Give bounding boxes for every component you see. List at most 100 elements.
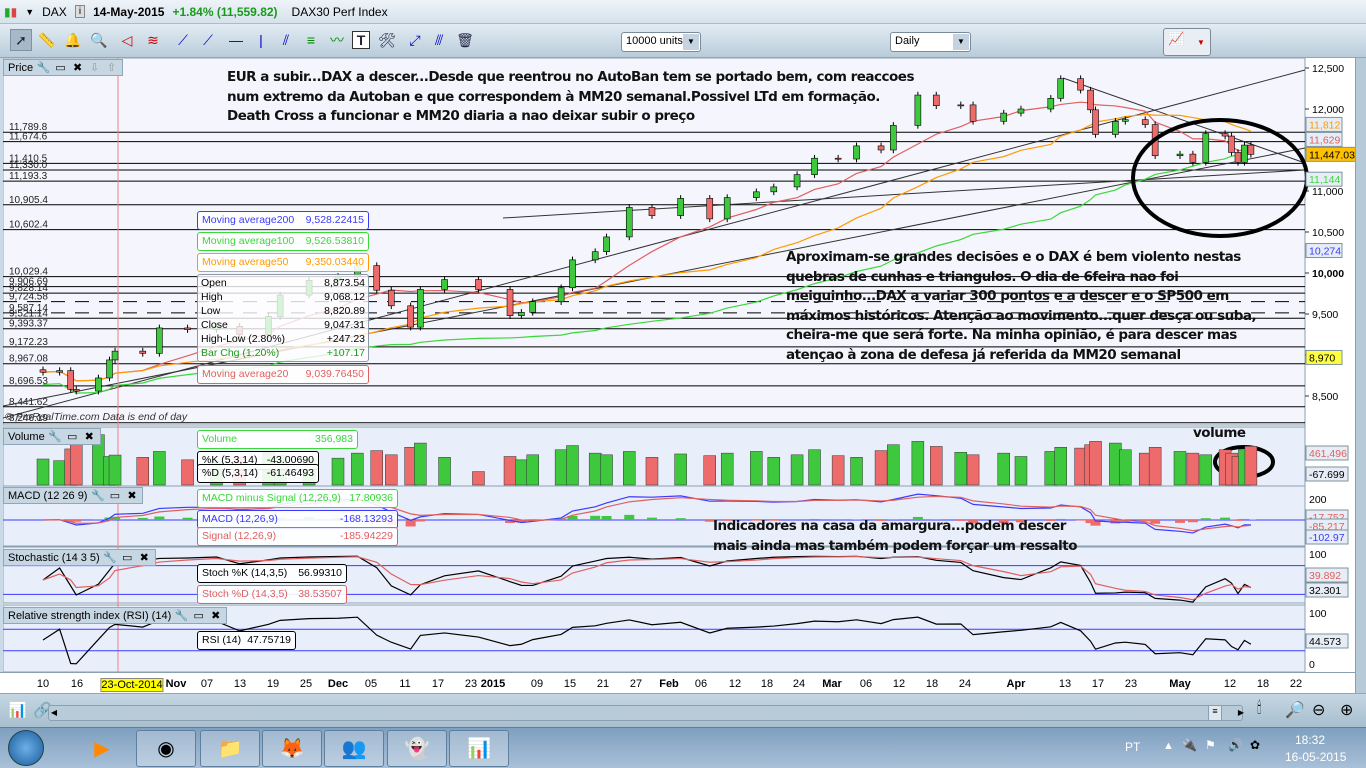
symbol-label[interactable]: DAX xyxy=(42,5,67,19)
prorealtime-icon[interactable]: 📊 xyxy=(449,730,509,767)
horizontal-scrollbar[interactable] xyxy=(48,705,1243,721)
window-icon[interactable]: ▭ xyxy=(66,430,79,443)
firefox-icon[interactable]: 🦊 xyxy=(262,730,322,767)
ohlc-close: Close 9,047.31 xyxy=(201,319,365,333)
candle xyxy=(648,207,656,216)
zoom-out-icon[interactable]: ⊖ xyxy=(1312,700,1325,720)
close-icon[interactable]: ✖ xyxy=(209,609,222,622)
fibonacci-icon[interactable]: ≡ xyxy=(300,29,322,51)
ohlc-low: Low 8,820.89 xyxy=(201,305,365,319)
explorer-icon[interactable]: 📁 xyxy=(200,730,260,767)
price-tag: 11,447.03 xyxy=(1305,146,1355,162)
legend-text: MACD minus Signal (12,26,9) xyxy=(202,492,341,504)
rsi-panel-header: Relative strength index (RSI) (14) 🔧 ▭ ✖ xyxy=(3,607,228,624)
extend-line-icon[interactable]: ⤢ xyxy=(404,29,426,51)
ruler-icon[interactable]: 📏 xyxy=(36,29,58,51)
trend-channel-icon[interactable]: 〰 xyxy=(326,29,348,51)
scroll-handle-icon[interactable]: ≡ xyxy=(1208,705,1222,721)
date-axis-label: Feb xyxy=(659,678,679,690)
period-select[interactable]: Daily ▼ xyxy=(890,32,971,52)
volume-bar xyxy=(831,455,845,486)
horizontal-line-icon[interactable]: — xyxy=(225,29,247,51)
indicators-button[interactable]: 📈 ▼ xyxy=(1163,28,1211,56)
candlestick-logo-icon[interactable]: ▮▮ xyxy=(4,5,17,19)
start-button[interactable] xyxy=(8,730,44,766)
legend-text: -185.94229 xyxy=(339,530,393,542)
chevron-down-icon: ▼ xyxy=(683,34,699,50)
annotation-middle[interactable]: Aproximam-se grandes decisões e o DAX é … xyxy=(786,248,1264,365)
media-player-icon[interactable]: ▶ xyxy=(72,730,132,767)
alarm-bell-icon[interactable]: 🔔 xyxy=(62,29,84,51)
candle xyxy=(1141,119,1149,125)
date-axis-label: Nov xyxy=(165,678,187,690)
wrench-icon[interactable]: 🔧 xyxy=(37,61,51,74)
close-icon[interactable]: ✖ xyxy=(138,551,151,564)
chart-settings-icon[interactable]: 📊 xyxy=(8,701,27,719)
ghost-app-icon[interactable]: 👻 xyxy=(387,730,447,767)
parallel-lines-icon[interactable]: ⫽ xyxy=(275,29,297,51)
date-axis-label: 10 xyxy=(36,678,50,690)
info-icon[interactable]: i xyxy=(74,5,86,18)
wrench-icon[interactable]: 🔧 xyxy=(103,551,117,564)
power-icon[interactable]: 🔌 xyxy=(1182,738,1197,752)
messenger-icon[interactable]: 👥 xyxy=(324,730,384,767)
wrench-icon[interactable]: 🔧 xyxy=(91,489,105,502)
annotation-indicators[interactable]: Indicadores na casa da amargura...podem … xyxy=(713,517,1098,556)
flag-icon[interactable]: ⚑ xyxy=(1205,738,1216,752)
channel-tool-icon[interactable]: ≋ xyxy=(142,29,164,51)
symbol-dropdown-icon[interactable]: ▼ xyxy=(25,7,34,17)
date-axis-label: 15 xyxy=(563,678,577,690)
trash-icon[interactable]: 🗑 xyxy=(454,29,476,51)
triangle-tool-icon[interactable]: ◁ xyxy=(116,29,138,51)
move-down-icon[interactable]: ⇩ xyxy=(88,61,101,74)
pointer-icon[interactable]: ➚ xyxy=(10,29,32,51)
ray-icon[interactable]: ⟋ xyxy=(197,29,219,51)
window-icon[interactable]: ▭ xyxy=(108,489,121,502)
parallel-ray-icon[interactable]: ⫻ xyxy=(428,29,450,51)
vertical-scrollbar[interactable] xyxy=(1355,58,1366,693)
wrench-icon[interactable]: 🔧 xyxy=(175,609,189,622)
clock-date[interactable]: 16-05-2015 xyxy=(1285,750,1346,764)
candle xyxy=(1057,78,1065,99)
annotation-top[interactable]: EUR a subir...DAX a descer...Desde que r… xyxy=(227,68,917,127)
macd-histogram-bar xyxy=(1233,520,1243,521)
text-tool-icon[interactable]: T xyxy=(352,31,370,49)
close-icon[interactable]: ✖ xyxy=(71,61,84,74)
vertical-line-icon[interactable]: | xyxy=(250,29,272,51)
window-icon[interactable]: ▭ xyxy=(54,61,67,74)
volume-bar xyxy=(720,452,734,486)
date-axis-label: 25 xyxy=(299,678,313,690)
close-icon[interactable]: ✖ xyxy=(83,430,96,443)
language-indicator[interactable]: PT xyxy=(1125,740,1140,754)
units-select[interactable]: 10000 units ▼ xyxy=(621,32,701,52)
window-icon[interactable]: ▭ xyxy=(121,551,134,564)
tools-icon[interactable]: 🛠 xyxy=(376,29,398,51)
date-axis-label: Mar xyxy=(822,678,842,690)
candle xyxy=(67,370,75,390)
volume-tag: -67.699 xyxy=(1309,469,1345,481)
move-up-icon[interactable]: ⇧ xyxy=(105,61,118,74)
line-segment-icon[interactable]: ⟋ xyxy=(172,29,194,51)
clock-time[interactable]: 18:32 xyxy=(1295,733,1325,747)
ohlc-range: High-Low (2.80%) +247.23 xyxy=(201,333,365,347)
window-icon[interactable]: ▭ xyxy=(192,609,205,622)
legend-text: Moving average100 xyxy=(202,235,295,247)
network-icon[interactable]: ✿ xyxy=(1250,738,1260,752)
zoom-in-icon[interactable]: ⊕ xyxy=(1340,700,1353,720)
close-icon[interactable]: ✖ xyxy=(125,489,138,502)
zoom-fit-icon[interactable]: 🔎 xyxy=(1285,700,1305,720)
instrument-name: DAX30 Perf Index xyxy=(291,4,388,19)
candle-settings-icon[interactable]: 🕯 xyxy=(1257,700,1262,718)
annotation-volume[interactable]: volume xyxy=(1193,424,1246,444)
magnifier-icon[interactable]: 🔍 xyxy=(88,29,110,51)
volume-icon[interactable]: 🔊 xyxy=(1228,738,1243,752)
chrome-icon[interactable]: ◉ xyxy=(136,730,196,767)
candle xyxy=(591,251,599,261)
volume-bar xyxy=(1119,449,1132,486)
volume-bar xyxy=(1089,441,1102,486)
volume-bar xyxy=(600,454,613,486)
wrench-icon[interactable]: 🔧 xyxy=(48,430,62,443)
show-hidden-icons[interactable]: ▲ xyxy=(1163,740,1174,752)
scroll-right-icon[interactable]: ▶ xyxy=(1235,705,1247,721)
scroll-left-icon[interactable]: ◀ xyxy=(48,705,60,721)
